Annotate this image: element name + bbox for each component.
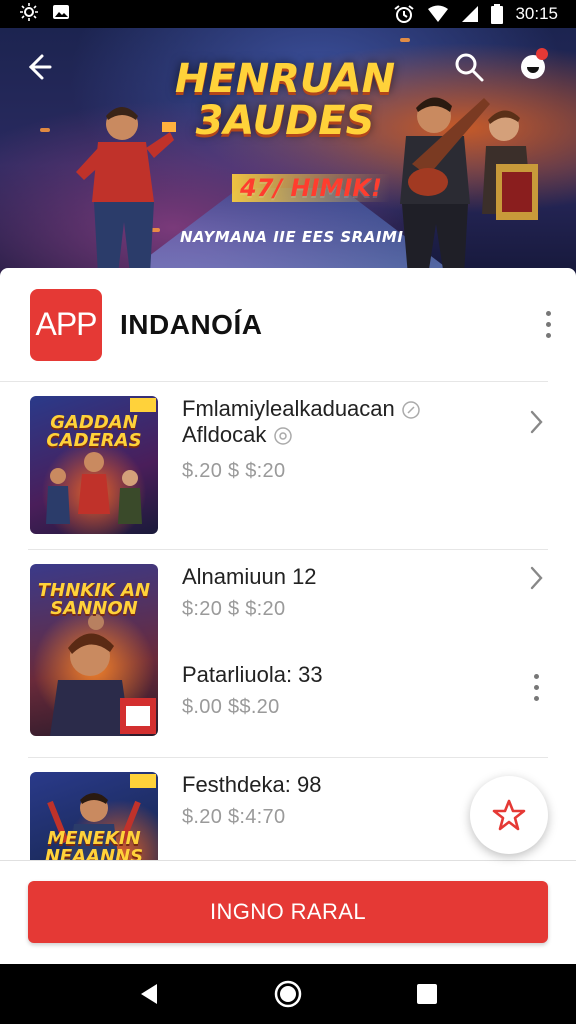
more-dot <box>545 321 551 327</box>
list-item-title: Fmlamiylealkaduacan <box>182 396 508 422</box>
home-circle-icon <box>274 980 302 1008</box>
hero-promo: 47/ HIMIK! <box>232 174 390 202</box>
list-item-text: Alnamiuun 12 $:20 $ $:20 <box>182 564 508 621</box>
list-item[interactable]: THNKIK AN SANNON Alnamiuun 12 $:20 $ $:2… <box>28 550 548 758</box>
more-dot <box>534 696 539 701</box>
more-vertical-icon <box>545 310 551 316</box>
back-button[interactable] <box>22 50 56 84</box>
more-dot <box>545 332 551 338</box>
primary-cta-button[interactable]: INGNO RARAL <box>28 881 548 943</box>
list-item-text: Fmlamiylealkaduacan Afldoсak $.20 $ $:20 <box>182 396 508 483</box>
notification-button[interactable] <box>516 48 550 82</box>
app-header: APP INDANOÍA <box>0 268 551 382</box>
hero-subtitle: NAYMANA IIE EES SRAIMI <box>180 228 404 246</box>
nav-home-button[interactable] <box>268 974 308 1014</box>
list-item-title-line2: Afldoсak <box>182 422 267 447</box>
alarm-icon <box>393 4 415 24</box>
list-item[interactable]: GADDAN CADERAS Fmlamiylealkaduacan Afldo… <box>28 382 548 550</box>
list-item-text: Festhdeka: 98 $.20 $:4:70 <box>182 772 508 829</box>
search-button[interactable] <box>452 50 486 84</box>
list-item-text: Patarliuola: 33 $.00 $$.20 <box>182 662 508 719</box>
list-item-price: $:20 $ $:20 <box>182 598 286 620</box>
hero-banner[interactable]: HENRUAN 3AUDES 47/ HIMIK! NAYMANA IIE EE… <box>0 28 576 278</box>
chevron-right-icon[interactable] <box>526 564 546 592</box>
list-item-title-line1: Fmlamiylealkaduacan <box>182 396 395 421</box>
more-options-button[interactable] <box>536 304 560 344</box>
more-dot <box>534 685 539 690</box>
back-arrow-icon <box>28 54 52 80</box>
signal-icon <box>461 5 479 23</box>
list-item-subtitle: Afldoсak <box>182 422 508 448</box>
list-item-price: $.20 $ $:20 <box>182 460 286 482</box>
game-thumbnail: THNKIK AN SANNON <box>30 564 158 736</box>
app-logo: APP <box>30 288 102 361</box>
star-icon <box>492 799 526 831</box>
triangle-back-icon <box>141 984 158 1004</box>
app-screen: 30:15 HENRUAN 3AUDES 47/ HIMIK! NAYMANA … <box>0 0 576 1024</box>
list-item-price: $.20 $:4:70 <box>182 806 286 828</box>
list-item-title: Patarliuola: 33 <box>182 662 323 687</box>
favorite-fab[interactable] <box>470 776 548 854</box>
search-icon <box>455 53 484 82</box>
spark <box>400 38 410 42</box>
game-thumbnail: GADDAN CADERAS <box>30 396 158 534</box>
brightness-icon <box>18 2 40 26</box>
bottom-action-bar: INGNO RARAL <box>0 860 576 964</box>
system-navigation-bar <box>0 964 576 1024</box>
hero-character-right <box>400 97 538 276</box>
list-item-title: Alnamiuun 12 <box>182 564 317 589</box>
hero-title-line2: 3AUDES <box>195 98 375 144</box>
thumbnail-title: GADDAN CADERAS <box>46 412 142 451</box>
list-item-price: $.00 $$.20 <box>182 696 280 718</box>
hero-title-line1: HENRUAN <box>174 56 396 102</box>
info-icon <box>273 427 292 445</box>
app-name: INDANOÍA <box>120 308 263 340</box>
thumbnail-title: THNKIK AN SANNON <box>37 580 151 619</box>
hero-title: HENRUAN 3AUDES <box>160 58 410 142</box>
battery-icon <box>491 4 504 24</box>
clock-time: 30:15 <box>515 4 558 23</box>
more-options-button[interactable] <box>534 674 540 701</box>
nav-back-button[interactable] <box>129 974 169 1014</box>
nav-recents-button[interactable] <box>407 974 447 1014</box>
verified-icon <box>402 401 420 419</box>
notification-badge <box>536 48 548 60</box>
list-item-title: Festhdeka: 98 <box>182 772 322 797</box>
more-vertical-icon <box>534 674 539 679</box>
chevron-right-icon[interactable] <box>526 408 546 436</box>
square-recents-icon <box>416 984 437 1004</box>
wifi-icon <box>427 5 449 23</box>
image-icon <box>52 3 70 26</box>
status-bar: 30:15 <box>0 0 576 28</box>
spark <box>40 128 50 132</box>
